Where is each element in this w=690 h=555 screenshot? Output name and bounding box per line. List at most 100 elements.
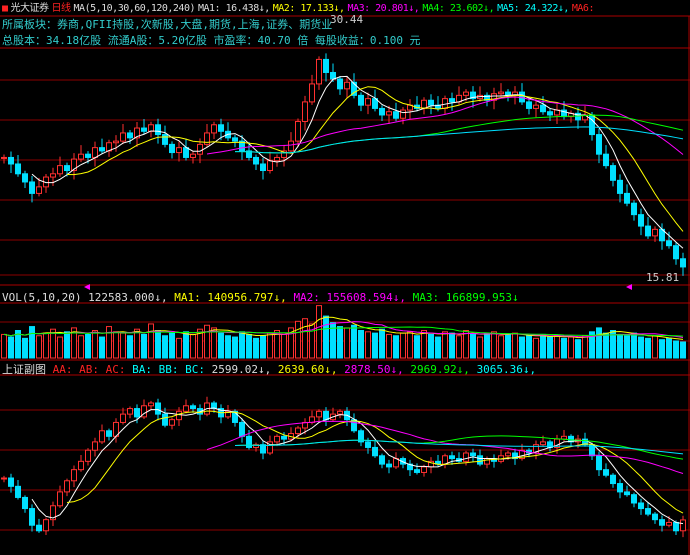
volume-bar	[141, 333, 147, 359]
period-selector[interactable]: 日线	[52, 3, 72, 14]
volume-bar	[638, 336, 644, 359]
price-candle	[267, 160, 273, 172]
index-candle	[78, 460, 84, 471]
volume-bar	[337, 326, 343, 359]
index-candle	[337, 410, 343, 415]
volume-bar	[400, 332, 406, 359]
volume-bar	[351, 324, 357, 359]
volume-bar	[568, 336, 574, 359]
volume-bar	[442, 331, 448, 359]
index-candle	[477, 455, 483, 465]
index-candle	[162, 413, 168, 426]
volume-bar	[323, 315, 329, 359]
volume-bar	[36, 335, 42, 359]
index-candle	[505, 452, 511, 457]
volume-bar	[512, 332, 518, 359]
volume-bar	[435, 336, 441, 359]
price-candle	[148, 124, 154, 132]
index-name: 上证副图	[2, 363, 46, 376]
price-candle	[211, 124, 217, 134]
index-ma2-line	[66, 410, 684, 514]
volume-bar	[253, 337, 259, 359]
price-candle	[36, 186, 42, 194]
volume-bar	[246, 333, 252, 359]
price-candle	[638, 214, 644, 227]
volume-bar	[491, 331, 497, 359]
index-candle	[379, 455, 385, 465]
volume-bar	[78, 335, 84, 359]
index-candle	[295, 427, 301, 435]
price-candle	[232, 137, 238, 142]
volume-bar	[162, 335, 168, 359]
price-low-label: 15.81	[646, 271, 680, 284]
index-candle	[624, 491, 630, 496]
price-candle	[183, 147, 189, 158]
price-candle	[190, 153, 196, 158]
volume-ma3-line	[3, 326, 684, 337]
index-candle	[134, 408, 140, 418]
price-candle	[540, 104, 546, 113]
index-candle	[120, 413, 126, 423]
volume-bar	[533, 337, 539, 359]
index-candle	[638, 502, 644, 510]
price-candle	[260, 163, 266, 172]
index-candle	[148, 402, 154, 407]
volume-bar	[477, 336, 483, 359]
price-high-label: 30.44	[330, 13, 364, 26]
index-candle	[15, 485, 21, 498]
volume-bar	[554, 335, 560, 359]
volume-bar	[43, 332, 49, 359]
price-candle	[169, 143, 175, 154]
index-candle	[169, 419, 175, 426]
price-candle	[78, 153, 84, 160]
volume-bar	[267, 332, 273, 359]
price-candle	[309, 83, 315, 103]
index-candle	[71, 469, 77, 482]
volume-bar	[57, 336, 63, 359]
price-candle	[141, 127, 147, 132]
index-bb: BB:	[158, 363, 179, 376]
price-candle	[64, 165, 70, 172]
price-candle	[295, 121, 301, 142]
price-candle	[400, 109, 406, 119]
price-candle	[449, 98, 455, 103]
price-candle	[379, 107, 385, 116]
ma4-value: MA4: 23.602↓,	[422, 3, 495, 14]
index-candle	[659, 519, 665, 526]
price-candle	[155, 124, 161, 136]
volume-bar	[624, 335, 630, 359]
volume-bar	[449, 332, 455, 359]
price-candle	[617, 179, 623, 194]
price-candle	[610, 165, 616, 181]
index-candle	[239, 421, 245, 437]
index-candle	[127, 408, 133, 415]
price-candle	[365, 98, 371, 106]
index-v5: 3065.36↓,	[476, 363, 537, 376]
price-candle	[113, 140, 119, 144]
volume-bar	[169, 332, 175, 359]
index-candle	[652, 513, 658, 521]
price-candle	[274, 156, 280, 162]
volume-bar	[29, 326, 35, 359]
volume-bar	[218, 332, 224, 359]
volume-bar	[505, 333, 511, 359]
index-candle	[176, 410, 182, 421]
volume-bar	[127, 335, 133, 359]
price-candle	[330, 71, 336, 80]
vol-ma3: MA3: 166899.953↓	[412, 291, 519, 304]
price-candle	[218, 124, 224, 132]
price-candle	[99, 147, 105, 152]
price-candle	[57, 165, 63, 175]
volume-bar	[260, 335, 266, 359]
index-candle	[603, 469, 609, 476]
index-header: 上证副图 AA: AB: AC: BA: BB: BC: 2599.02↓, 2…	[2, 363, 536, 377]
volume-bar	[666, 337, 672, 359]
ma-params: MA(5,10,30,60,120,240)	[73, 3, 196, 14]
volume-bar	[365, 331, 371, 359]
index-v3: 2878.50↓,	[344, 363, 404, 376]
price-candle	[624, 192, 630, 204]
index-candle	[442, 455, 448, 465]
volume-bar	[414, 335, 420, 359]
volume-bar	[176, 337, 182, 359]
volume-bar	[8, 336, 14, 359]
